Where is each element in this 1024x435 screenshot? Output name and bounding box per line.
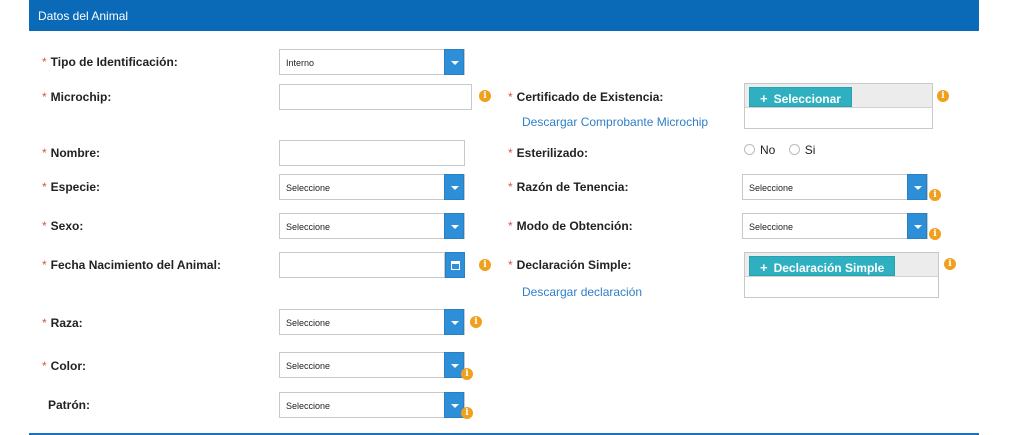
- esterilizado-radio-group: No Si: [744, 143, 825, 157]
- panel-title: Datos del Animal: [38, 9, 129, 23]
- certificado-label: * Certificado de Existencia:: [508, 90, 664, 104]
- modo-obtencion-select[interactable]: Seleccione: [742, 213, 928, 239]
- patron-label: Patrón:: [48, 398, 90, 412]
- seleccionar-button[interactable]: + Seleccionar: [749, 87, 852, 107]
- chevron-down-icon[interactable]: [444, 309, 464, 335]
- plus-icon: +: [760, 260, 768, 275]
- patron-select[interactable]: Seleccione: [279, 392, 465, 418]
- calendar-button[interactable]: [445, 252, 465, 278]
- certificado-upload[interactable]: + Seleccionar: [744, 83, 933, 129]
- microchip-label: * Microchip:: [42, 90, 112, 104]
- esterilizado-label: * Esterilizado:: [508, 146, 589, 160]
- info-icon[interactable]: i: [479, 90, 491, 102]
- chevron-down-icon[interactable]: [907, 213, 927, 239]
- razon-tenencia-label: * Razón de Tenencia:: [508, 180, 629, 194]
- info-icon[interactable]: i: [929, 189, 941, 201]
- panel-header: Datos del Animal: [29, 0, 979, 31]
- nombre-label: * Nombre:: [42, 146, 101, 160]
- declaracion-simple-button[interactable]: + Declaración Simple: [749, 256, 896, 276]
- sexo-label: * Sexo:: [42, 219, 84, 233]
- radio-no[interactable]: [744, 144, 755, 155]
- descargar-comprobante-link[interactable]: Descargar Comprobante Microchip: [522, 115, 708, 129]
- nombre-input[interactable]: [279, 140, 465, 166]
- info-icon[interactable]: i: [461, 407, 473, 419]
- info-icon[interactable]: i: [479, 259, 491, 271]
- raza-label: * Raza:: [42, 316, 83, 330]
- chevron-down-icon[interactable]: [444, 49, 464, 75]
- upload-bar: + Declaración Simple: [745, 253, 938, 277]
- tipo-identificacion-label: * Tipo de Identificación:: [42, 55, 178, 69]
- upload-bar: + Seleccionar: [745, 84, 932, 108]
- info-icon[interactable]: i: [944, 258, 956, 270]
- color-select[interactable]: Seleccione: [279, 352, 465, 378]
- chevron-down-icon[interactable]: [444, 174, 464, 200]
- declaracion-simple-label: * Declaración Simple:: [508, 258, 632, 272]
- chevron-down-icon[interactable]: [907, 174, 927, 200]
- microchip-input[interactable]: [279, 84, 472, 110]
- radio-si[interactable]: [788, 144, 800, 155]
- chevron-down-icon[interactable]: [444, 213, 464, 239]
- info-icon[interactable]: i: [929, 228, 941, 240]
- raza-select[interactable]: Seleccione: [279, 309, 465, 335]
- especie-select[interactable]: Seleccione: [279, 174, 465, 200]
- color-label: * Color:: [42, 359, 86, 373]
- sexo-select[interactable]: Seleccione: [279, 213, 465, 239]
- info-icon[interactable]: i: [937, 90, 949, 102]
- calendar-icon: [451, 261, 460, 270]
- declaracion-upload[interactable]: + Declaración Simple: [744, 252, 939, 298]
- fecha-nacimiento-label: * Fecha Nacimiento del Animal:: [42, 258, 221, 272]
- info-icon[interactable]: i: [470, 316, 482, 328]
- descargar-declaracion-link[interactable]: Descargar declaración: [522, 285, 642, 299]
- razon-tenencia-select[interactable]: Seleccione: [742, 174, 928, 200]
- especie-label: * Especie:: [42, 180, 101, 194]
- fecha-nacimiento-input[interactable]: [279, 252, 445, 278]
- plus-icon: +: [760, 91, 768, 106]
- info-icon[interactable]: i: [461, 368, 473, 380]
- modo-obtencion-label: * Modo de Obtención:: [508, 219, 633, 233]
- tipo-identificacion-select[interactable]: Interno: [279, 49, 465, 75]
